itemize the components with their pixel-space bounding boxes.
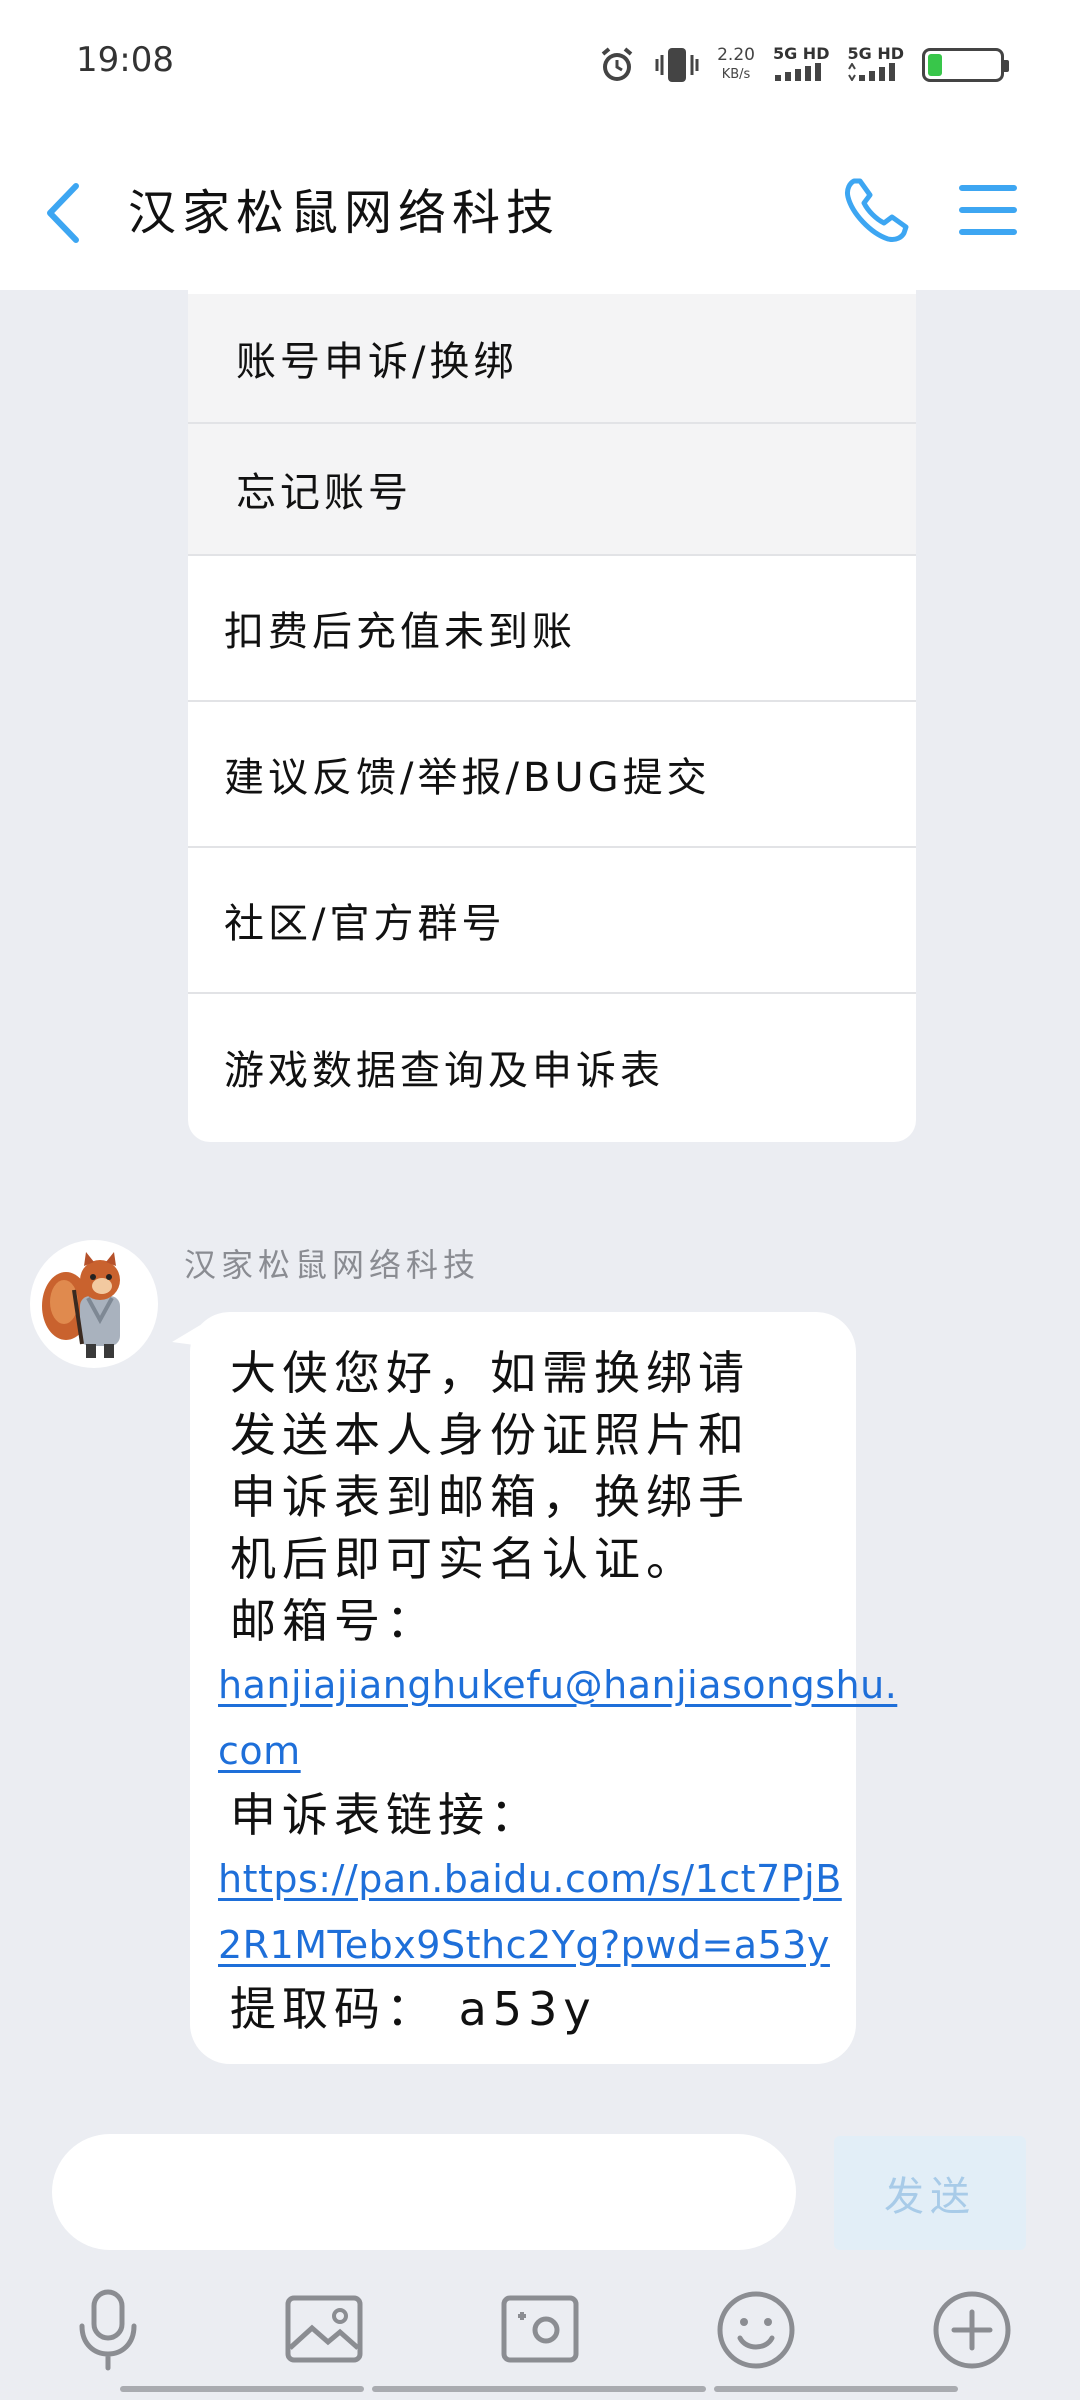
menu-icon[interactable] — [958, 182, 1018, 238]
microphone-icon[interactable] — [66, 2288, 150, 2372]
phone-icon[interactable] — [840, 175, 912, 247]
message-input[interactable] — [52, 2134, 796, 2250]
signal-sim1: 5G HD — [773, 45, 829, 85]
back-arrow-icon[interactable] — [38, 178, 88, 248]
email-link[interactable]: hanjiajianghukefu@hanjiasongshu. — [218, 1652, 897, 1718]
form-link-continued[interactable]: 2R1MTebx9Sthc2Yg?pwd=a53y — [218, 1912, 829, 1978]
status-icons: 2.20 KB/s 5G HD 5G HD — [597, 44, 1009, 86]
message-line: 申诉表到邮箱，换绑手 — [230, 1470, 750, 1524]
status-bar: 19:08 2.20 KB/s 5G HD 5G HD — [0, 0, 1080, 130]
emoji-icon[interactable] — [714, 2288, 798, 2372]
signal-bars-icon — [774, 63, 821, 81]
message-line: 发送本人身份证照片和 — [230, 1408, 750, 1462]
message-line: 大侠您好，如需换绑请 — [230, 1346, 750, 1400]
form-link-label: 申诉表链接： — [230, 1788, 542, 1842]
sender-name: 汉家松鼠网络科技 — [184, 1246, 481, 1284]
signal-sim2: 5G HD — [847, 45, 904, 85]
battery-level-fill — [928, 54, 942, 76]
message-line: 机后即可实名认证。 — [230, 1532, 698, 1586]
net-speed: 2.20 KB/s — [717, 45, 755, 82]
menu-item-feedback[interactable]: 建议反馈/举报/BUG提交 — [188, 702, 916, 848]
chat-title: 汉家松鼠网络科技 — [128, 185, 561, 241]
toolbar-divider — [372, 2386, 706, 2392]
alarm-icon — [601, 47, 633, 81]
squirrel-avatar-icon — [42, 1252, 120, 1358]
camera-icon[interactable] — [498, 2288, 582, 2372]
image-icon[interactable] — [282, 2288, 366, 2372]
battery-icon — [922, 48, 1009, 82]
toolbar-divider — [120, 2386, 364, 2392]
message-line: 邮箱号： — [230, 1594, 438, 1648]
bottom-toolbar — [0, 2280, 1080, 2400]
toolbar-divider — [714, 2386, 958, 2392]
form-link[interactable]: https://pan.baidu.com/s/1ct7PjB — [218, 1846, 841, 1912]
vibrate-icon — [655, 48, 699, 82]
menu-item-recharge-issue[interactable]: 扣费后充值未到账 — [188, 556, 916, 702]
message-bubble[interactable]: 大侠您好，如需换绑请 发送本人身份证照片和 申诉表到邮箱，换绑手 机后即可实名认… — [190, 1312, 897, 2064]
sender-avatar[interactable] — [30, 1240, 158, 1368]
extraction-code: 提取码： a53y — [230, 1982, 597, 2036]
menu-item-data-query[interactable]: 游戏数据查询及申诉表 — [188, 994, 916, 1140]
menu-item-account-appeal[interactable]: 账号申诉/换绑 — [188, 294, 916, 424]
menu-item-community[interactable]: 社区/官方群号 — [188, 848, 916, 994]
menu-item-forgot-account[interactable]: 忘记账号 — [188, 424, 916, 556]
status-time: 19:08 — [76, 40, 174, 80]
signal-bars-icon — [848, 62, 896, 82]
plus-icon[interactable] — [930, 2288, 1014, 2372]
quick-menu-card: 账号申诉/换绑 忘记账号 扣费后充值未到账 建议反馈/举报/BUG提交 社区/官… — [188, 290, 916, 1142]
chat-header: 汉家松鼠网络科技 — [0, 130, 1080, 290]
send-button[interactable]: 发送 — [834, 2136, 1026, 2250]
email-link-continued[interactable]: com — [218, 1718, 816, 1784]
